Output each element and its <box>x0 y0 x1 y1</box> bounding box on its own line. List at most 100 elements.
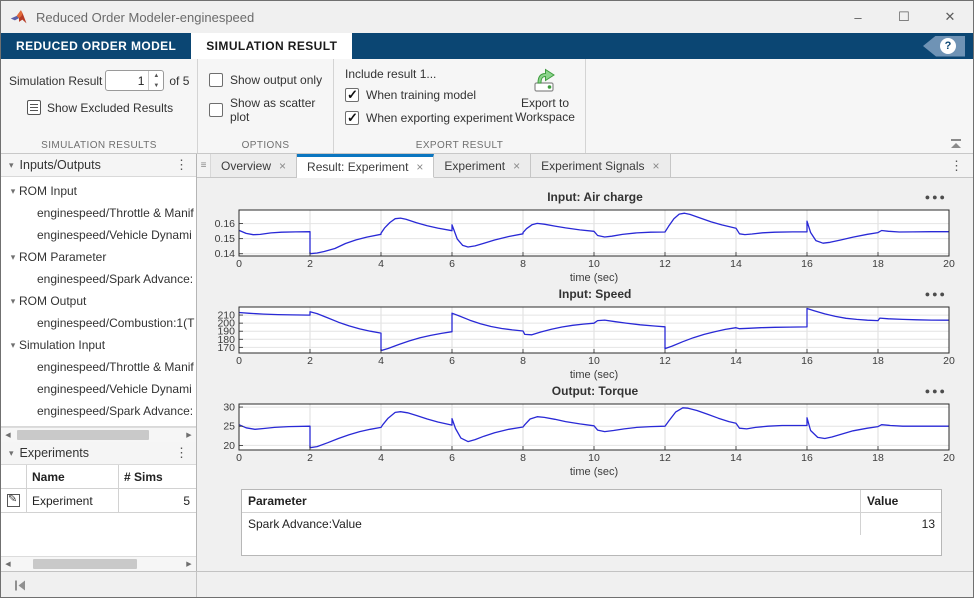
plot-options-button[interactable]: ●●● <box>925 386 947 396</box>
plot-options-button[interactable]: ●●● <box>925 192 947 202</box>
spinner-down-icon[interactable]: ▼ <box>149 81 163 91</box>
status-bar <box>1 571 973 598</box>
experiments-horizontal-scrollbar[interactable]: ◀ ▶ <box>1 556 196 571</box>
doc-tab-experiment[interactable]: Experiment× <box>434 154 531 177</box>
svg-text:10: 10 <box>588 355 600 367</box>
export-workspace-icon <box>531 67 559 93</box>
ribbon-body: Simulation Result 1 ▲ ▼ of 5 Show Exclud… <box>1 59 973 153</box>
tree-horizontal-scrollbar[interactable]: ◀ ▶ <box>1 427 196 442</box>
svg-text:20: 20 <box>943 452 955 464</box>
matlab-logo-icon <box>10 9 28 25</box>
tab-close-icon[interactable]: × <box>279 159 286 173</box>
experiment-row[interactable]: Experiment5 <box>1 489 196 513</box>
inputs-outputs-header[interactable]: ▾ Inputs/Outputs ⋮ <box>1 154 196 177</box>
ribbon-tab-reduced-order-model[interactable]: REDUCED ORDER MODEL <box>1 33 191 59</box>
checkbox-icon[interactable] <box>345 88 359 102</box>
checkbox-icon[interactable] <box>209 103 223 117</box>
tree-item[interactable]: ▾ROM Input <box>1 180 196 202</box>
collapse-panel-icon[interactable] <box>14 579 27 592</box>
tree-item[interactable]: enginespeed/Combustion:1(T <box>1 312 196 334</box>
doc-tab-experiment-signals[interactable]: Experiment Signals× <box>531 154 670 177</box>
parameter-name-cell: Spark Advance:Value <box>242 513 861 535</box>
tree-item[interactable]: ▾ROM Output <box>1 290 196 312</box>
tab-close-icon[interactable]: × <box>513 159 520 173</box>
scrollbar-thumb[interactable] <box>17 430 149 440</box>
scroll-left-icon[interactable]: ◀ <box>1 431 15 439</box>
collapse-section-icon[interactable]: ▾ <box>9 160 14 171</box>
section-simulation-results: Simulation Result 1 ▲ ▼ of 5 Show Exclud… <box>1 59 198 153</box>
options-checkbox[interactable]: Show as scatter plot <box>209 96 333 124</box>
tab-grip-icon[interactable]: ≡ <box>197 154 211 177</box>
svg-text:8: 8 <box>520 452 526 464</box>
tab-close-icon[interactable]: × <box>653 159 660 173</box>
svg-text:0.14: 0.14 <box>215 248 236 260</box>
scroll-right-icon[interactable]: ▶ <box>182 560 196 568</box>
spinner-value[interactable]: 1 <box>106 71 148 90</box>
spinner-up-icon[interactable]: ▲ <box>149 71 163 81</box>
help-button[interactable]: ? <box>923 36 965 57</box>
collapse-section-icon[interactable]: ▾ <box>9 448 14 459</box>
svg-text:12: 12 <box>659 452 671 464</box>
inputs-outputs-menu-icon[interactable]: ⋮ <box>167 157 196 173</box>
experiments-table-header: Name# Sims <box>1 465 196 489</box>
tree-item[interactable]: enginespeed/Spark Advance: <box>1 268 196 290</box>
experiments-empty-area <box>1 513 196 556</box>
tree-expanded-icon[interactable]: ▾ <box>7 186 19 197</box>
ribbon-tab-simulation-result[interactable]: SIMULATION RESULT <box>191 33 352 59</box>
experiments-menu-icon[interactable]: ⋮ <box>167 445 196 461</box>
tree-expanded-icon[interactable]: ▾ <box>7 340 19 351</box>
export-checkbox[interactable]: When exporting experiment <box>345 111 513 125</box>
chart-title: Output: Torque <box>207 384 959 402</box>
help-icon: ? <box>940 38 956 54</box>
collapse-ribbon-icon <box>948 138 964 150</box>
minimize-button[interactable]: – <box>835 1 881 33</box>
export-checkbox[interactable]: When training model <box>345 88 513 102</box>
edit-icon[interactable] <box>7 494 20 507</box>
collapse-ribbon-button[interactable] <box>948 137 966 150</box>
maximize-button[interactable]: ☐ <box>881 1 927 33</box>
tree-item-label: enginespeed/Vehicle Dynami <box>37 382 192 396</box>
parameter-table-header: Parameter Value <box>242 490 941 513</box>
doc-tab-result-experiment[interactable]: Result: Experiment× <box>297 154 434 178</box>
tree-item[interactable]: enginespeed/Vehicle Dynami <box>1 378 196 400</box>
svg-text:0: 0 <box>236 258 242 270</box>
tree-item[interactable]: ▾ROM Parameter <box>1 246 196 268</box>
tree-expanded-icon[interactable]: ▾ <box>7 296 19 307</box>
options-checkbox[interactable]: Show output only <box>209 73 333 87</box>
tab-close-icon[interactable]: × <box>416 160 423 174</box>
plot-options-button[interactable]: ●●● <box>925 289 947 299</box>
tree-item[interactable]: enginespeed/Spark Advance: <box>1 400 196 422</box>
document-tab-bar: ≡ Overview×Result: Experiment×Experiment… <box>197 154 973 178</box>
show-excluded-results-button[interactable]: Show Excluded Results <box>27 100 173 115</box>
export-to-workspace-button[interactable]: Export to Workspace <box>509 65 581 124</box>
ribbon-tab-strip: REDUCED ORDER MODEL SIMULATION RESULT ? <box>1 33 973 59</box>
tree-item[interactable]: enginespeed/Throttle & Manif <box>1 202 196 224</box>
svg-text:30: 30 <box>223 402 235 414</box>
export-checkbox-label: When exporting experiment <box>366 111 513 125</box>
experiment-edit-cell[interactable] <box>1 489 27 512</box>
svg-text:18: 18 <box>872 258 884 270</box>
tree-item[interactable]: enginespeed/Vehicle Dynami <box>1 224 196 246</box>
include-result-label: Include result 1... <box>345 67 436 81</box>
checkbox-icon[interactable] <box>209 73 223 87</box>
tab-bar-menu-icon[interactable]: ⋮ <box>940 154 973 177</box>
inputs-outputs-tree: ▾ROM Inputenginespeed/Throttle & Manifen… <box>1 177 196 427</box>
tree-item[interactable]: ▾Simulation Input <box>1 334 196 356</box>
experiments-header[interactable]: ▾ Experiments ⋮ <box>1 442 196 465</box>
close-button[interactable]: ✕ <box>927 1 973 33</box>
experiments-column-header: Name <box>27 465 119 488</box>
svg-text:0: 0 <box>236 355 242 367</box>
tree-item-label: ROM Output <box>19 294 86 308</box>
parameter-value-cell[interactable]: 13 <box>861 513 941 535</box>
doc-tab-overview[interactable]: Overview× <box>211 154 297 177</box>
inputs-outputs-title: Inputs/Outputs <box>20 158 167 172</box>
experiment-name-cell[interactable]: Experiment <box>27 489 119 512</box>
tree-expanded-icon[interactable]: ▾ <box>7 252 19 263</box>
tree-item[interactable]: enginespeed/Throttle & Manif <box>1 356 196 378</box>
simulation-result-spinner[interactable]: 1 ▲ ▼ <box>105 70 164 91</box>
checkbox-icon[interactable] <box>345 111 359 125</box>
scroll-left-icon[interactable]: ◀ <box>1 560 15 568</box>
svg-text:14: 14 <box>730 355 742 367</box>
scroll-right-icon[interactable]: ▶ <box>182 431 196 439</box>
scrollbar-thumb[interactable] <box>33 559 137 569</box>
